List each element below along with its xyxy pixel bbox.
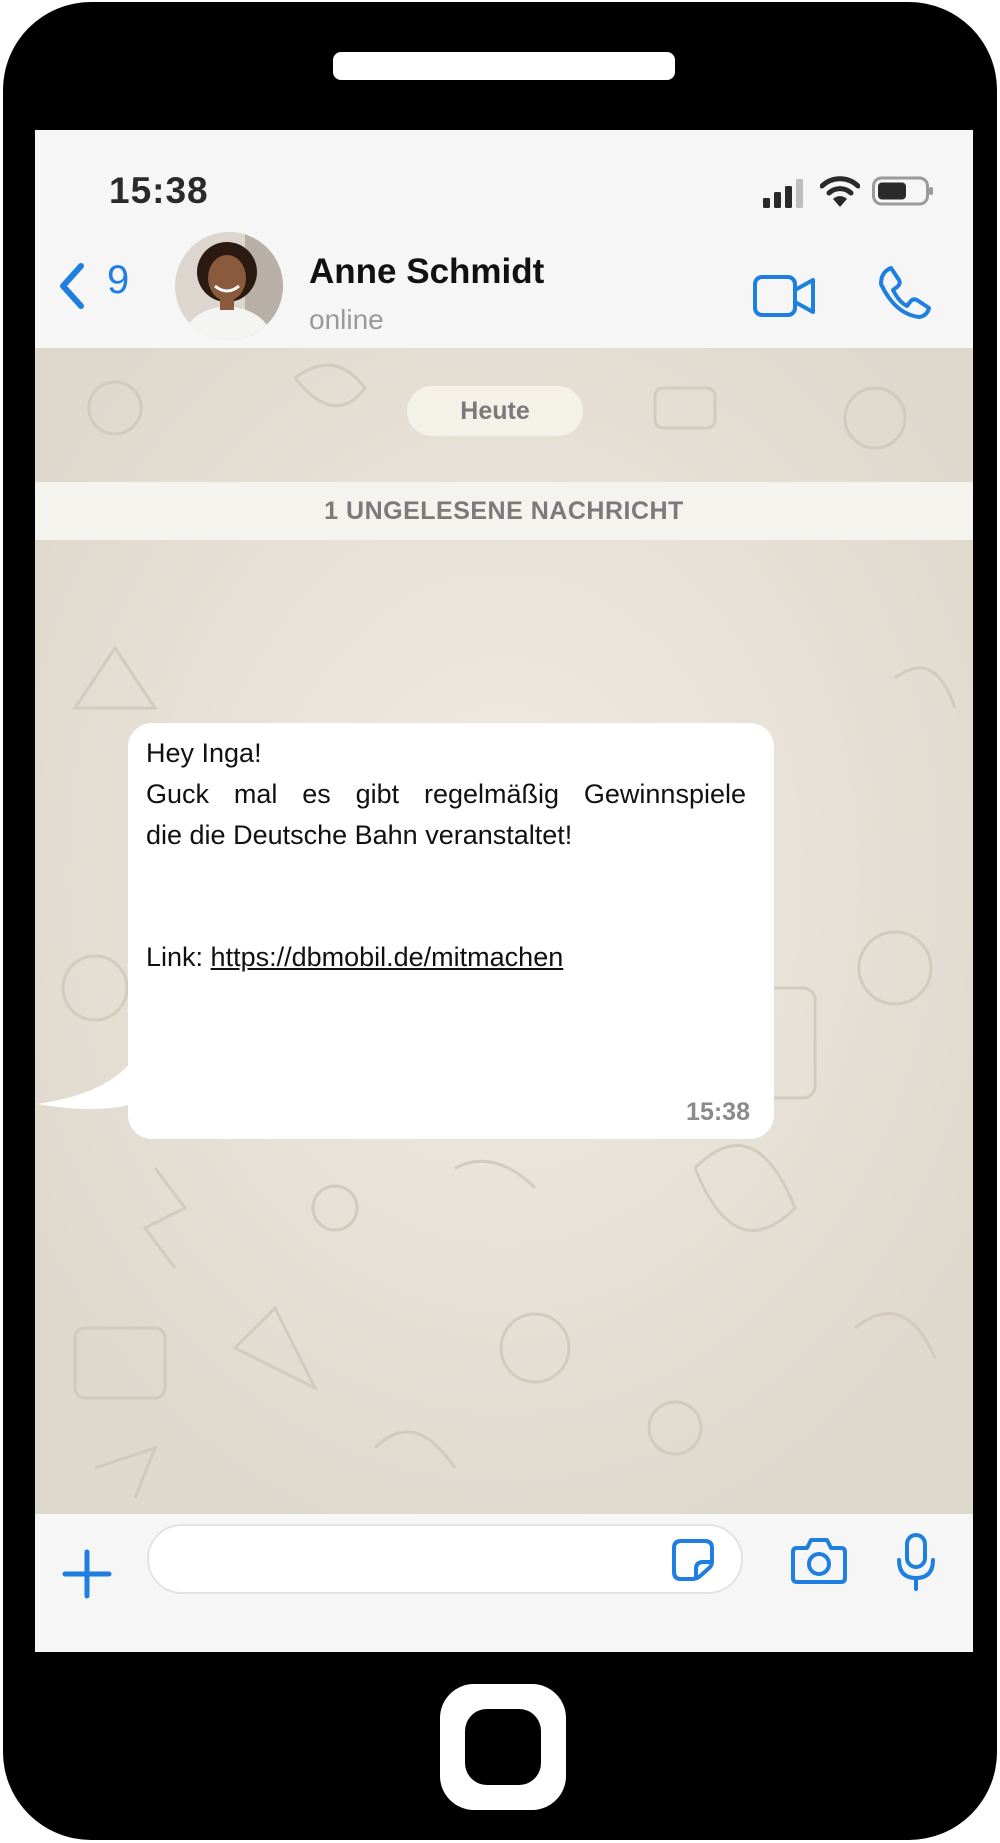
message-line-2: die die Deutsche Bahn veranstaltet! <box>146 820 573 850</box>
wifi-icon <box>820 176 860 207</box>
home-indicator-area <box>35 1610 973 1652</box>
microphone-icon[interactable] <box>895 1532 937 1592</box>
message-line-1: Guck mal es gibt regelmäßig Gewinnspiele <box>146 779 746 809</box>
contact-status: online <box>309 304 384 335</box>
avatar-photo-icon <box>175 232 283 340</box>
chevron-left-icon[interactable] <box>53 260 89 312</box>
phone-call-icon[interactable] <box>877 264 931 320</box>
camera-icon[interactable] <box>791 1536 847 1586</box>
status-bar: 15:38 <box>35 130 973 220</box>
home-button[interactable] <box>440 1684 566 1810</box>
home-button-inner <box>465 1709 541 1785</box>
message-input[interactable] <box>147 1524 743 1594</box>
phone-frame: 15:38 9 Anne Schmidt online Heute 1 UNGE… <box>3 2 997 1840</box>
phone-speaker <box>333 52 675 80</box>
signal-icon <box>763 179 803 208</box>
battery-icon <box>872 176 933 206</box>
chat-header: 9 Anne Schmidt online <box>35 220 973 348</box>
message-greeting: Hey Inga! <box>146 738 262 768</box>
video-call-icon[interactable] <box>753 272 817 320</box>
avatar[interactable] <box>175 232 283 340</box>
chat-area: Heute 1 UNGELESENE NACHRICHT Hey Inga! G… <box>35 348 973 1514</box>
status-time: 15:38 <box>109 170 209 211</box>
plus-icon[interactable] <box>61 1548 113 1600</box>
message-link-prefix: Link: <box>146 942 211 972</box>
sticker-icon[interactable] <box>671 1538 715 1582</box>
back-unread-count[interactable]: 9 <box>107 258 129 303</box>
input-bar <box>35 1514 973 1652</box>
message-link[interactable]: https://dbmobil.de/mitmachen <box>211 942 564 972</box>
message-link-row: Link: https://dbmobil.de/mitmachen <box>146 937 563 978</box>
phone-screen: 15:38 9 Anne Schmidt online Heute 1 UNGE… <box>35 130 973 1652</box>
message-timestamp: 15:38 <box>686 1098 750 1126</box>
contact-name[interactable]: Anne Schmidt <box>309 252 544 292</box>
message-bubble[interactable]: Hey Inga! Guck mal es gibt regelmäßig Ge… <box>128 723 774 1139</box>
